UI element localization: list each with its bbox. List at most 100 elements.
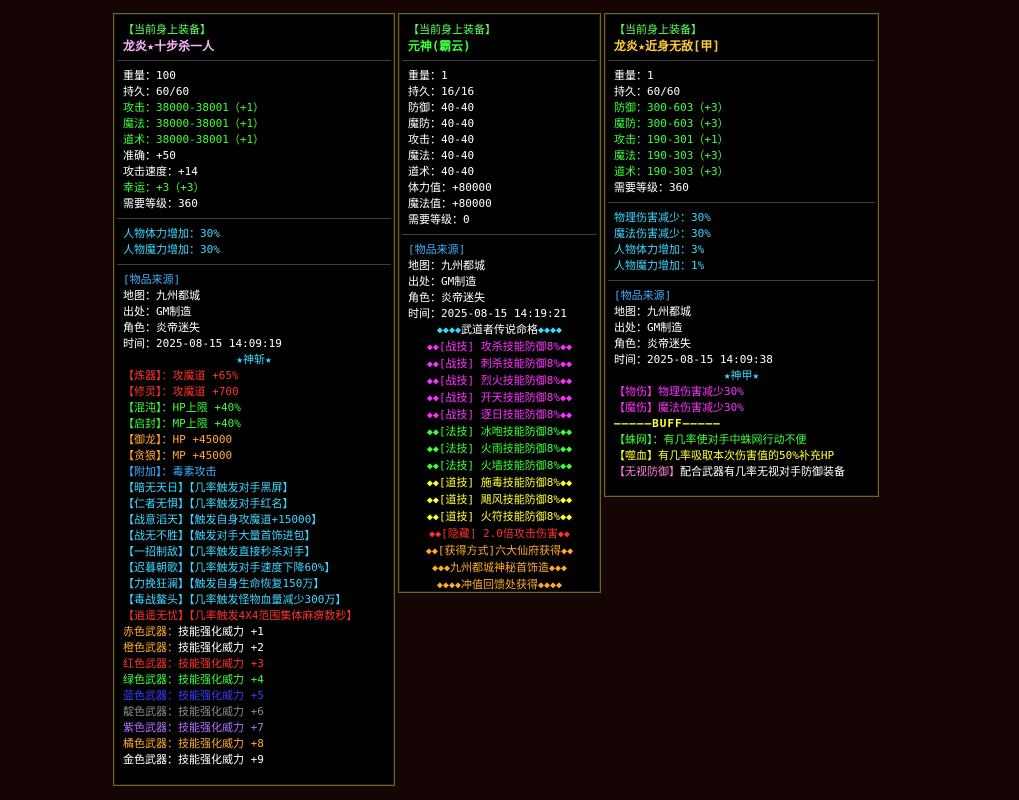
- fate-row: ◆◆[战技] 开天技能防御8%◆◆: [408, 390, 591, 407]
- diamond-left-icon: ◆◆: [426, 512, 439, 523]
- stat-label: 角色：: [408, 291, 441, 304]
- stat-row: 体力值：+80000: [408, 180, 591, 196]
- stat-value: 38000-38001（+1）: [156, 101, 265, 114]
- diamond-left-icon: ◆◆: [426, 376, 439, 387]
- stat-label: 魔防：: [614, 117, 647, 130]
- stat-label: 重量：: [123, 69, 156, 82]
- attribute-effect: MP +45000: [172, 449, 233, 462]
- attribute-effect: 技能强化威力 +9: [178, 753, 264, 766]
- diamond-right-icon: ◆◆: [560, 393, 573, 404]
- diamond-left-icon: ◆◆: [426, 393, 439, 404]
- stat-value: GM制造: [156, 305, 192, 318]
- stat-row: 重量：1: [614, 68, 869, 84]
- stat-row: 重量：1: [408, 68, 591, 84]
- fate-row: ◆◆◆◆武道者传说命格◆◆◆◆: [408, 322, 591, 339]
- item-source: 地图：九州都城 出处：GM制造 角色：炎帝迷失 时间：2025-08-15 14:19…: [408, 258, 591, 322]
- fate-row: ◆◆[获得方式]六大仙府获得◆◆: [408, 543, 591, 560]
- stat-row: 地图：九州都城: [123, 288, 385, 304]
- stat-row: 地图：九州都城: [614, 304, 869, 320]
- stat-row: 需要等级：360: [614, 180, 869, 196]
- stat-value: +3（+3）: [156, 181, 205, 194]
- stat-label: 时间：: [123, 337, 156, 350]
- stat-label: 重量：: [408, 69, 441, 82]
- tooltip-header: 【当前身上装备】: [614, 23, 702, 36]
- stat-value: 100: [156, 69, 176, 82]
- stat-value: 60/60: [647, 85, 681, 98]
- fate-row: ◆◆◆九州都城神秘首饰造◆◆◆: [408, 560, 591, 577]
- equipment-tooltip-spirit: 【当前身上装备】 元神(霸云) 重量：1 持久：16/16 防御：40-40 魔防：4…: [398, 13, 601, 593]
- stat-value: GM制造: [647, 321, 683, 334]
- stat-label: 重量：: [614, 69, 647, 82]
- attribute-name: 橙色武器：: [123, 641, 178, 654]
- stat-value: +80000: [452, 181, 492, 194]
- diamond-left-icon: ◆◆: [426, 410, 439, 421]
- stat-label: 道术：: [614, 165, 647, 178]
- stat-value: 40-40: [441, 133, 475, 146]
- attribute-name: 【战无不胜】: [123, 529, 189, 542]
- diamond-left-icon: ◆◆◆◆: [436, 325, 461, 336]
- attribute-effect: 【几率触发对手红名】: [189, 497, 294, 510]
- attribute-name: 【启封】：: [123, 417, 173, 430]
- stat-value: 30%: [691, 211, 711, 224]
- stat-label: 时间：: [408, 307, 441, 320]
- attribute-row: 【力挽狂澜】【触发自身生命恢复150万】: [123, 576, 385, 592]
- stat-row: 需要等级：360: [123, 196, 385, 212]
- attribute-effect: MP上限 +40%: [172, 417, 241, 430]
- stat-label: 魔法值：: [408, 197, 452, 210]
- stat-row: 人物体力增加：30%: [123, 226, 385, 242]
- stat-label: 物理伤害减少：: [614, 211, 691, 224]
- stat-value: 60/60: [156, 85, 190, 98]
- set-name: ★神斩★: [236, 353, 272, 366]
- item-source: 地图：九州都城 出处：GM制造 角色：炎帝迷失 时间：2025-08-15 14:09…: [614, 304, 869, 368]
- stat-label: 需要等级：: [408, 213, 463, 226]
- stat-value: 38000-38001（+1）: [156, 117, 265, 130]
- diamond-left-icon: ◆◆◆: [431, 563, 450, 574]
- fate-row: ◆◆[道技] 施毒技能防御8%◆◆: [408, 475, 591, 492]
- attribute-name: 金色武器：: [123, 753, 178, 766]
- fate-row: ◆◆[战技] 烈火技能防御8%◆◆: [408, 373, 591, 390]
- stat-row: 道术：190-303（+3）: [614, 164, 869, 180]
- stat-row: 魔法：190-303（+3）: [614, 148, 869, 164]
- divider: [608, 280, 875, 281]
- attribute-row: 【修灵】：攻魔道 +700: [123, 384, 385, 400]
- fate-text: [法技] 火雨技能防御8%: [438, 442, 561, 455]
- attribute-effect: 魔法伤害减少30%: [658, 401, 744, 414]
- stat-label: 幸运：: [123, 181, 156, 194]
- stat-value: 2025-08-15 14:19:21: [441, 307, 567, 320]
- stat-row: 角色：炎帝迷失: [123, 320, 385, 336]
- diamond-left-icon: ◆◆: [426, 478, 439, 489]
- attribute-name: 【炼器】：: [123, 369, 173, 382]
- stat-row: 魔法伤害减少：30%: [614, 226, 869, 242]
- stat-value: 1%: [691, 259, 705, 272]
- stat-label: 魔法：: [614, 149, 647, 162]
- attribute-effect: 【几率触发对手黑屏】: [189, 481, 294, 494]
- stat-row: 时间：2025-08-15 14:19:21: [408, 306, 591, 322]
- stat-label: 魔法：: [123, 117, 156, 130]
- fate-text: [战技] 开天技能防御8%: [438, 391, 561, 404]
- attribute-row: 绿色武器：技能强化威力 +4: [123, 672, 385, 688]
- item-bonus: 人物体力增加：30% 人物魔力增加：30%: [123, 226, 385, 258]
- stat-row: 地图：九州都城: [408, 258, 591, 274]
- item-attributes: 【物伤】物理伤害减少30% 【魔伤】魔法伤害减少30%: [614, 384, 869, 416]
- diamond-left-icon: ◆◆: [429, 529, 442, 540]
- stat-value: 190-303（+3）: [647, 149, 729, 162]
- divider: [402, 234, 597, 235]
- stat-row: 道术：40-40: [408, 164, 591, 180]
- stat-row: 魔防：40-40: [408, 116, 591, 132]
- stat-label: 持久：: [123, 85, 156, 98]
- attribute-name: 赤色武器：: [123, 625, 178, 638]
- attribute-effect: 技能强化威力 +8: [178, 737, 264, 750]
- stat-value: 30%: [200, 227, 220, 240]
- diamond-right-icon: ◆◆: [560, 410, 573, 421]
- stat-value: 炎帝迷失: [647, 337, 691, 350]
- fate-row: ◆◆[战技] 逐日技能防御8%◆◆: [408, 407, 591, 424]
- attribute-name: 【暗无天日】: [123, 481, 189, 494]
- stat-value: 40-40: [441, 101, 475, 114]
- stat-row: 魔法：40-40: [408, 148, 591, 164]
- diamond-left-icon: ◆◆: [426, 427, 439, 438]
- divider: [402, 60, 597, 61]
- stat-value: 1: [647, 69, 654, 82]
- stat-value: GM制造: [441, 275, 477, 288]
- stat-row: 道术：38000-38001（+1）: [123, 132, 385, 148]
- attribute-name: 【无视防御】: [614, 465, 680, 478]
